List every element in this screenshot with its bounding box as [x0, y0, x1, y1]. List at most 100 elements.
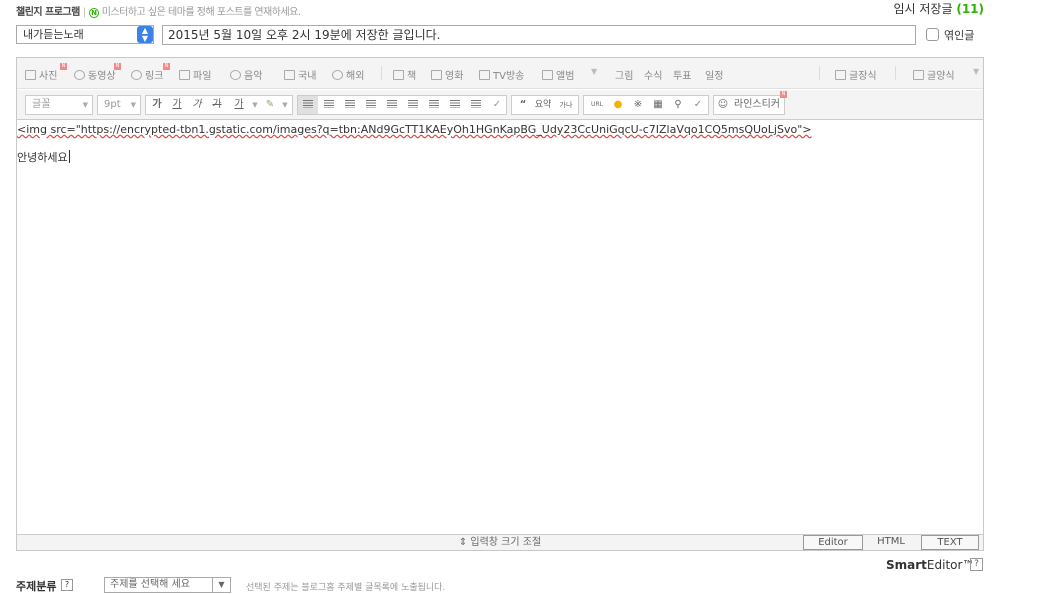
- text-caret: [68, 150, 70, 163]
- numbered-list-button[interactable]: [382, 96, 402, 114]
- font-color-dropdown-icon[interactable]: ▼: [250, 96, 260, 114]
- tv-icon: [479, 70, 490, 80]
- numbered-list-icon: [387, 100, 397, 108]
- emoticon-icon[interactable]: ●: [608, 96, 628, 114]
- help-button[interactable]: ?: [970, 558, 983, 571]
- book-button[interactable]: 책: [393, 67, 416, 82]
- poll-button[interactable]: 투표: [673, 67, 691, 82]
- highlight-dropdown-icon[interactable]: ▼: [280, 96, 290, 114]
- pencil-icon: [835, 70, 846, 80]
- checkbox-icon[interactable]: [926, 28, 939, 41]
- template-dropdown-icon[interactable]: ▼: [973, 67, 979, 76]
- font-size-select[interactable]: 9pt ▼: [97, 95, 141, 115]
- text-style-group: 가 가 가 가 가 ▼ ✎ ▼: [145, 95, 293, 115]
- file-icon: [179, 70, 190, 80]
- new-badge-icon: N: [114, 63, 121, 70]
- template-button[interactable]: 글양식: [913, 67, 955, 82]
- chevron-down-icon: ▼: [212, 578, 230, 592]
- font-color-button[interactable]: 가: [230, 96, 248, 114]
- tv-button[interactable]: TV방송: [479, 67, 524, 82]
- editor-content-area[interactable]: <img src="https://encrypted-tbn1.gstatic…: [17, 121, 983, 534]
- quote-button[interactable]: “: [514, 96, 532, 114]
- html-code-line: <img src="https://encrypted-tbn1.gstatic…: [17, 123, 812, 136]
- formula-button[interactable]: 수식: [644, 67, 662, 82]
- link-button[interactable]: 링크 N: [131, 63, 170, 82]
- book-icon: [393, 70, 404, 80]
- italic-button[interactable]: 가: [188, 96, 206, 114]
- toolbar-divider: [819, 66, 820, 80]
- align-right-icon: [345, 100, 355, 108]
- indent-icon: [450, 100, 460, 108]
- photo-button[interactable]: 사진 N: [25, 63, 67, 82]
- drawing-button[interactable]: 그림: [615, 67, 633, 82]
- temp-save-count: (11): [956, 2, 984, 16]
- align-left-button[interactable]: [298, 96, 318, 114]
- domestic-place-button[interactable]: 국내: [284, 67, 316, 82]
- highlight-icon[interactable]: ✎: [262, 96, 278, 114]
- underline-button[interactable]: 가: [168, 96, 186, 114]
- movie-button[interactable]: 영화: [431, 67, 463, 82]
- challenge-title[interactable]: 챌린지 프로그램: [16, 7, 80, 18]
- line-height-button[interactable]: [466, 96, 486, 114]
- format-toolbar: 글꼴 ▼ 9pt ▼ 가 가 가 가 가 ▼ ✎ ▼ ✓ “ 요약 가나 URL…: [17, 90, 983, 120]
- select-arrows-icon: ▲ ▼: [137, 26, 153, 43]
- mode-tab-text[interactable]: TEXT: [921, 535, 979, 550]
- align-right-button[interactable]: [340, 96, 360, 114]
- special-char-icon[interactable]: ※: [628, 96, 648, 114]
- topic-row: 주제분류 ? 주제를 선택해 세요 ▼ 선택된 주제는 블로그홈 주제별 글목록…: [16, 577, 984, 593]
- topic-help-button[interactable]: ?: [61, 579, 73, 591]
- more-dropdown-icon[interactable]: ▼: [591, 67, 597, 76]
- temp-save-label: 임시 저장글: [893, 2, 953, 16]
- font-family-select[interactable]: 글꼴 ▼: [25, 95, 93, 115]
- title-input[interactable]: 2015년 5월 10일 오후 2시 19분에 저장한 글입니다.: [162, 25, 916, 45]
- line-sticker-button[interactable]: ☺ 라인스티커 N: [713, 91, 787, 115]
- bullet-list-button[interactable]: [403, 96, 423, 114]
- indent-button[interactable]: [445, 96, 465, 114]
- table-icon[interactable]: ▦: [648, 96, 668, 114]
- outdent-button[interactable]: [424, 96, 444, 114]
- map-icon: [284, 70, 295, 80]
- play-icon: [74, 70, 85, 80]
- align-left-icon: [303, 100, 313, 108]
- spellcheck-icon: ✓: [492, 99, 502, 110]
- trackback-checkbox[interactable]: 엮인글: [926, 27, 974, 43]
- template-icon: [913, 70, 924, 80]
- schedule-button[interactable]: 일정: [705, 67, 723, 82]
- challenge-desc[interactable]: 미스터하고 싶은 테마를 정해 포스트를 연재하세요.: [102, 7, 301, 18]
- new-badge-icon: N: [60, 63, 67, 70]
- overseas-place-button[interactable]: 해외: [332, 67, 364, 82]
- spellcheck-button[interactable]: ✓: [487, 96, 507, 114]
- summary-button[interactable]: 요약: [532, 96, 554, 114]
- hanja-button[interactable]: 가나: [554, 96, 578, 114]
- album-button[interactable]: 앨범: [542, 67, 574, 82]
- search-icon[interactable]: ⚲: [668, 96, 688, 114]
- challenge-program[interactable]: 챌린지 프로그램 | N 미스터하고 싶은 테마를 정해 포스트를 연재하세요.: [16, 3, 301, 18]
- mode-tab-html[interactable]: HTML: [863, 535, 919, 550]
- trackback-label: 엮인글: [944, 29, 975, 42]
- smart-editor: 사진 N 동영상 N 링크 N 파일 음악 국내 해외 책 영화 TV방송 앨범 ▼ …: [16, 57, 984, 551]
- album-icon: [542, 70, 553, 80]
- strikethrough-button[interactable]: 가: [208, 96, 226, 114]
- spell-check-icon[interactable]: ✓: [688, 96, 708, 114]
- insert-group-1: “ 요약 가나: [511, 95, 579, 115]
- music-button[interactable]: 음악: [230, 67, 262, 82]
- topic-select[interactable]: 주제를 선택해 세요 ▼: [104, 577, 231, 593]
- resize-label: ⇕ 입력창 크기 조절: [458, 537, 542, 548]
- toolbar-divider: [895, 66, 896, 80]
- url-button[interactable]: URL: [586, 96, 608, 114]
- video-button[interactable]: 동영상 N: [74, 63, 121, 82]
- file-button[interactable]: 파일: [179, 67, 211, 82]
- photo-icon: [25, 70, 36, 80]
- temp-save-link[interactable]: 임시 저장글 (11): [893, 0, 984, 17]
- mode-tab-editor[interactable]: Editor: [803, 535, 863, 550]
- topic-hint: 선택된 주제는 블로그홈 주제별 글목록에 노출됩니다.: [246, 583, 446, 593]
- resize-handle[interactable]: ⇕ 입력창 크기 조절 Editor HTML TEXT: [17, 534, 983, 550]
- sticker-label: 라인스티커: [734, 99, 780, 110]
- topic-label: 주제분류: [16, 580, 57, 593]
- align-center-button[interactable]: [319, 96, 339, 114]
- align-center-icon: [324, 100, 334, 108]
- bold-button[interactable]: 가: [148, 96, 166, 114]
- align-justify-button[interactable]: [361, 96, 381, 114]
- category-select[interactable]: 내가듣는노래 ▲ ▼: [16, 25, 154, 44]
- text-decoration-button[interactable]: 글장식: [835, 67, 877, 82]
